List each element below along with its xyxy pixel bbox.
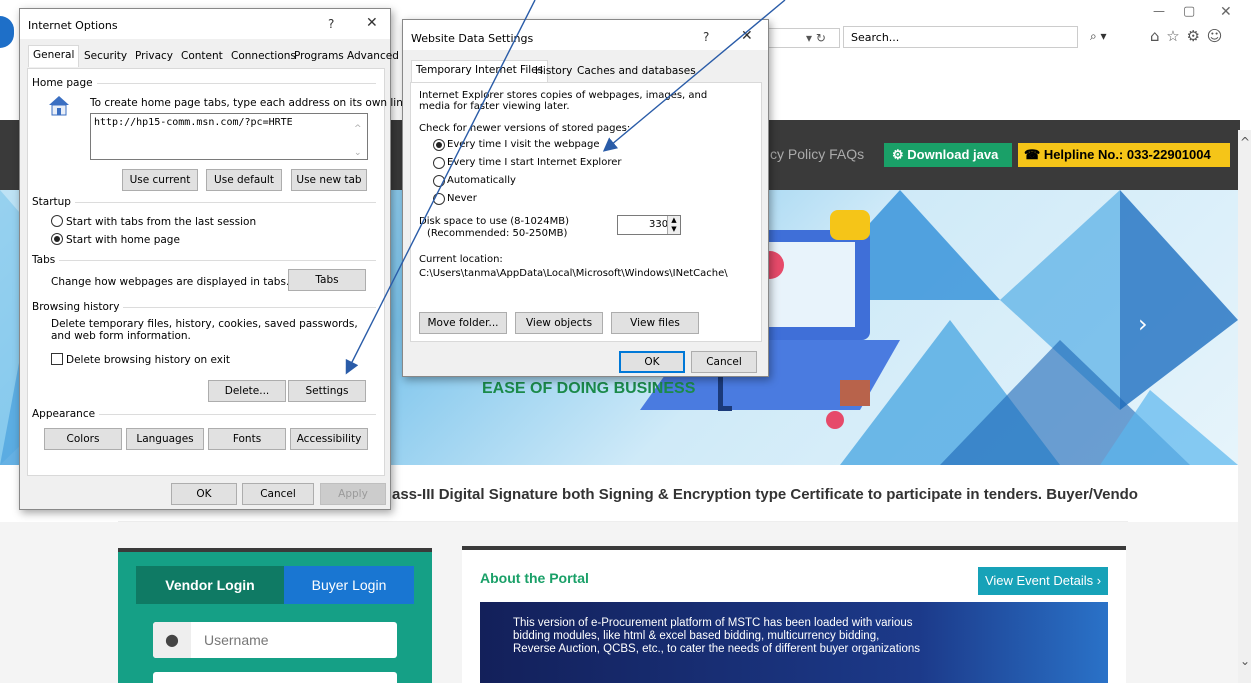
- arrow-to-settings: [345, 0, 536, 375]
- annotation-arrows: [345, 0, 786, 375]
- arrow-to-every-visit: [602, 0, 786, 152]
